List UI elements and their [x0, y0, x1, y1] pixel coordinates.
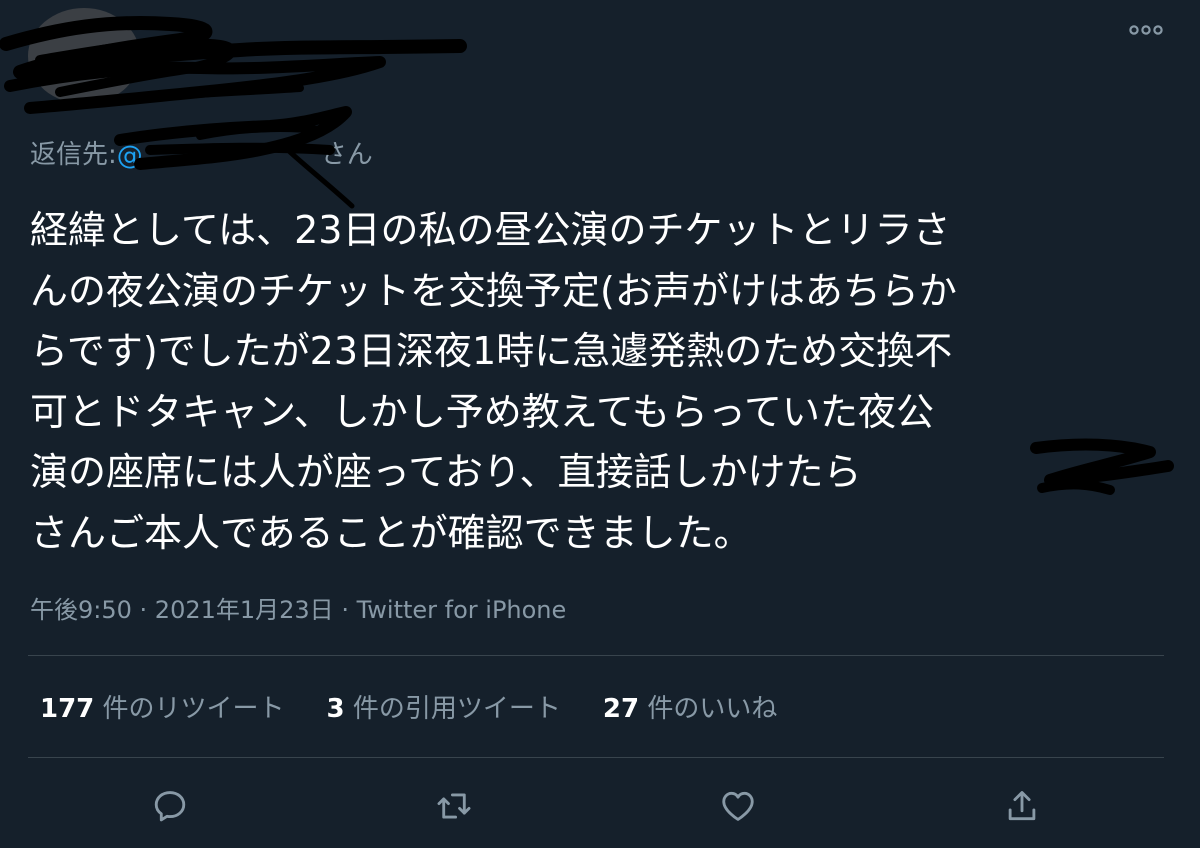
retweets-count: 177 [40, 694, 95, 724]
reply-to-line: 返信先:@ さん [30, 134, 373, 171]
tweet-source[interactable]: Twitter for iPhone [357, 596, 567, 624]
engagement-stats: 177 件のリツイート 3 件の引用ツイート 27 件のいいね [40, 688, 819, 725]
avatar[interactable] [28, 8, 140, 104]
retweets-stat[interactable]: 177 件のリツイート [40, 688, 285, 725]
quotes-count: 3 [326, 694, 345, 724]
tweet-date[interactable]: 2021年1月23日 [155, 596, 334, 624]
likes-label: 件のいいね [639, 694, 778, 724]
likes-count: 27 [602, 694, 640, 724]
tweet-text: 経緯としては、23日の私の昼公演のチケットとリラさ んの夜公演のチケットを交換予… [30, 200, 1170, 563]
tweet-line: さんご本人であることが確認できました。 [30, 510, 752, 555]
more-icon [1129, 25, 1163, 35]
heart-icon [722, 791, 754, 821]
tweet-line: らです)でしたが23日深夜1時に急遽発熱のため交換不 [30, 329, 953, 373]
meta-separator: · [333, 596, 357, 624]
retweet-button[interactable] [432, 784, 476, 828]
retweets-label: 件のリツイート [94, 694, 285, 724]
reply-icon [154, 791, 186, 822]
tweet-line: 経緯としては、23日の私の昼公演のチケットとリラさ [30, 208, 951, 252]
share-button[interactable] [1000, 784, 1044, 828]
reply-button[interactable] [148, 784, 192, 828]
divider [28, 757, 1164, 758]
tweet-line: んの夜公演のチケットを交換予定(お声がけはあちらか [30, 268, 957, 313]
tweet-time[interactable]: 午後9:50 [30, 596, 132, 624]
reply-to-suffix: さん [320, 140, 373, 170]
tweet-line: 演の座席には人が座っており、直接話しかけたら [30, 450, 862, 494]
quotes-label: 件の引用ツイート [344, 694, 561, 724]
more-options-button[interactable] [1126, 18, 1166, 42]
divider [28, 655, 1164, 656]
tweet-detail: 返信先:@ さん 経緯としては、23日の私の昼公演のチケットとリラさ んの夜公演の… [0, 0, 1200, 848]
share-icon [1008, 791, 1036, 821]
likes-stat[interactable]: 27 件のいいね [603, 688, 777, 725]
tweet-line: 可とドタキャン、しかし予め教えてもらっていた夜公 [30, 389, 935, 434]
quotes-stat[interactable]: 3 件の引用ツイート [327, 688, 561, 725]
meta-separator: · [131, 596, 155, 624]
reply-to-mention[interactable]: @ [117, 141, 321, 171]
like-button[interactable] [716, 784, 760, 828]
reply-to-prefix: 返信先: [30, 140, 117, 170]
tweet-meta: 午後9:50 · 2021年1月23日 · Twitter for iPhone [30, 590, 566, 625]
retweet-icon [437, 793, 471, 819]
